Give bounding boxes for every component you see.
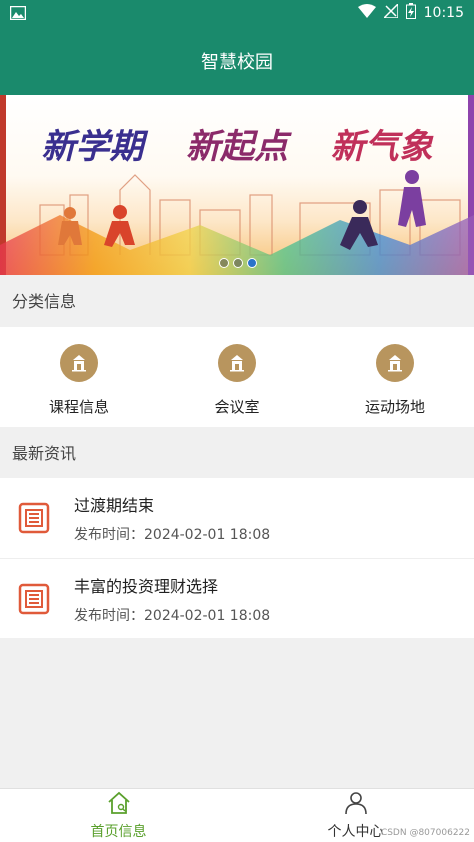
category-meeting-room[interactable]: 会议室 [158, 327, 316, 427]
category-course-info[interactable]: 课程信息 [0, 327, 158, 427]
news-title: 过渡期结束 [74, 496, 155, 515]
category-label: 课程信息 [48, 398, 109, 416]
nav-profile-label: 个人中心 [327, 823, 384, 840]
banner-dot-active[interactable] [247, 258, 257, 268]
banner-carousel[interactable]: 新学期 新起点 新气象 [0, 95, 474, 275]
building-icon [60, 344, 98, 382]
status-bar: 10:15 [0, 0, 474, 26]
banner-dot[interactable] [233, 258, 243, 268]
banner-text-3: 新气象 [330, 127, 433, 167]
app-bar: 智慧校园 [0, 26, 474, 95]
category-label: 运动场地 [364, 398, 425, 416]
news-time: 发布时间：2024-02-01 18:08 [74, 607, 271, 624]
signal-off-icon [381, 2, 399, 22]
newspaper-icon [16, 581, 52, 617]
news-section-header: 最新资讯 [0, 427, 474, 477]
nav-home[interactable]: 首页信息 [0, 789, 237, 842]
image-notification-icon [10, 5, 30, 21]
home-icon [106, 791, 132, 819]
banner-text-2: 新起点 [185, 127, 288, 167]
person-icon [343, 791, 369, 819]
news-list: 过渡期结束 发布时间：2024-02-01 18:08 丰富的投资理财选择 发布… [0, 478, 474, 638]
news-section-title: 最新资讯 [12, 444, 77, 463]
battery-charging-icon [405, 3, 416, 23]
building-icon [218, 344, 256, 382]
news-title: 丰富的投资理财选择 [74, 576, 219, 596]
category-label: 会议室 [214, 398, 260, 416]
news-item[interactable]: 丰富的投资理财选择 发布时间：2024-02-01 18:08 [0, 558, 474, 638]
category-section-title: 分类信息 [12, 292, 77, 311]
category-section-header: 分类信息 [0, 275, 474, 325]
watermark: CSDN @807006222 [380, 828, 470, 838]
newspaper-icon [16, 500, 52, 536]
banner-indicator [219, 258, 257, 268]
nav-home-label: 首页信息 [90, 823, 147, 840]
building-icon [376, 344, 414, 382]
news-item[interactable]: 过渡期结束 发布时间：2024-02-01 18:08 [0, 478, 474, 558]
wifi-icon [357, 4, 376, 22]
banner-text-1: 新学期 [41, 127, 144, 167]
news-time: 发布时间：2024-02-01 18:08 [74, 527, 271, 543]
status-time: 10:15 [423, 5, 464, 21]
category-sports-field[interactable]: 运动场地 [316, 327, 474, 427]
category-panel: 课程信息 会议室 运动场地 [0, 327, 474, 427]
banner-dot[interactable] [219, 258, 229, 268]
app-title: 智慧校园 [201, 51, 273, 73]
